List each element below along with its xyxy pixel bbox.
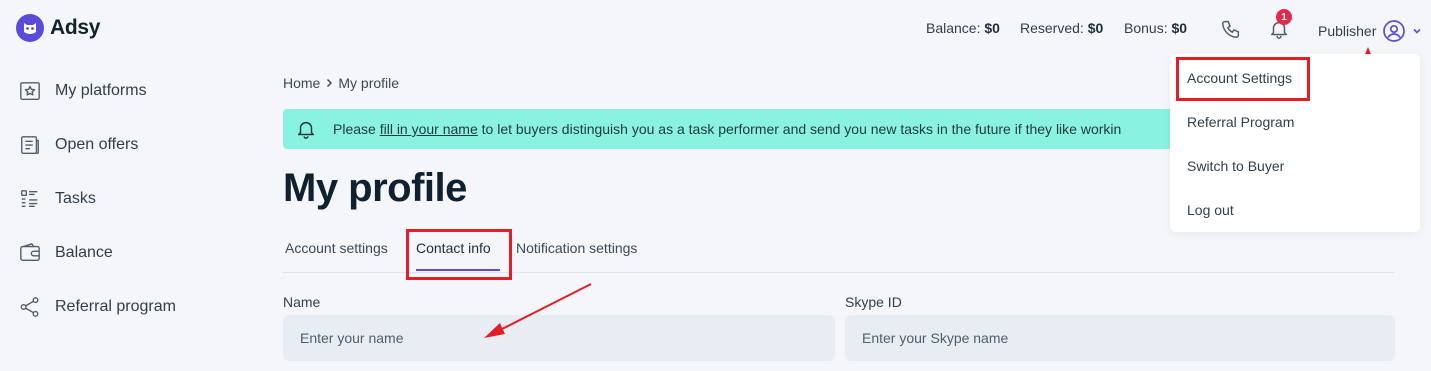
- arrow-to-name-input: [484, 283, 592, 338]
- menu-item-switch-to-buyer[interactable]: Switch to Buyer: [1187, 158, 1284, 174]
- menu-item-referral-program[interactable]: Referral Program: [1187, 114, 1294, 130]
- menu-item-log-out[interactable]: Log out: [1187, 202, 1234, 218]
- highlight-box-account-settings: [1176, 57, 1310, 101]
